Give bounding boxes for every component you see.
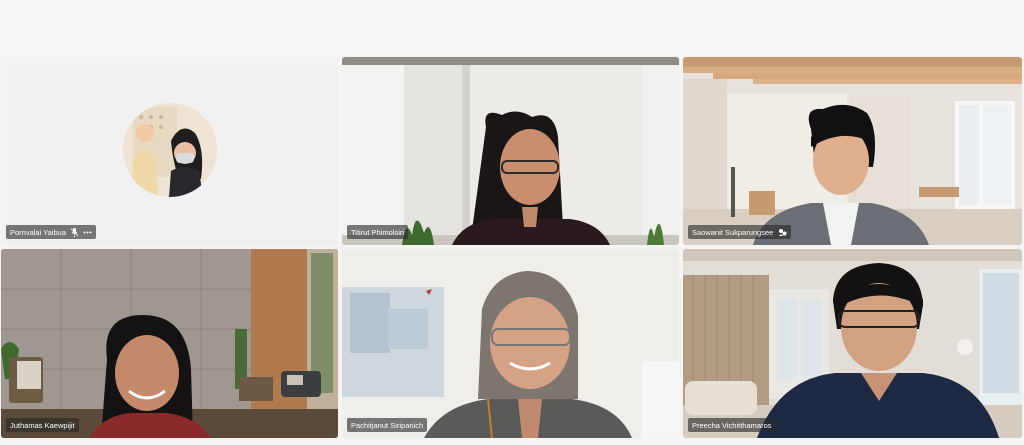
mic-muted-icon[interactable] bbox=[71, 227, 79, 237]
video-feed bbox=[683, 57, 1022, 245]
participant-tile-4[interactable]: Juthamas Kaewpijit bbox=[1, 249, 338, 438]
participant-name: Pachitjanut Siripanich bbox=[351, 420, 424, 430]
participant-name: Pornvalai Yaibua bbox=[10, 227, 67, 237]
participant-tile-3[interactable]: Saowanit Sukparungsee bbox=[683, 57, 1022, 245]
video-feed bbox=[342, 249, 679, 438]
name-tag: Juthamas Kaewpijit bbox=[6, 418, 79, 432]
participant-tile-6[interactable]: Preecha Vichitthamaros bbox=[683, 249, 1022, 438]
participant-tile-2[interactable]: Titirut Phimolsiri bbox=[342, 57, 679, 245]
participant-name: Preecha Vichitthamaros bbox=[692, 420, 772, 430]
pin-icon[interactable] bbox=[778, 228, 787, 237]
name-tag: Titirut Phimolsiri bbox=[347, 225, 409, 239]
video-grid: Pornvalai Yaibua Titirut Phimolsiri Saow… bbox=[0, 56, 1024, 445]
name-tag: Saowanit Sukparungsee bbox=[688, 225, 792, 239]
name-tag: Pachitjanut Siripanich bbox=[347, 418, 428, 432]
participant-tile-5[interactable]: Pachitjanut Siripanich bbox=[342, 249, 679, 438]
participant-name: Saowanit Sukparungsee bbox=[692, 227, 774, 237]
participant-name: Titirut Phimolsiri bbox=[351, 227, 405, 237]
more-options-icon[interactable] bbox=[83, 231, 92, 234]
name-tag: Preecha Vichitthamaros bbox=[688, 418, 776, 432]
name-tag: Pornvalai Yaibua bbox=[6, 225, 97, 239]
video-feed bbox=[342, 57, 679, 245]
video-feed bbox=[1, 249, 338, 438]
participant-avatar bbox=[123, 103, 217, 197]
participant-name: Juthamas Kaewpijit bbox=[10, 420, 75, 430]
meeting-top-bar bbox=[0, 0, 1024, 56]
video-feed bbox=[683, 249, 1022, 438]
participant-tile-1[interactable]: Pornvalai Yaibua bbox=[1, 57, 338, 245]
